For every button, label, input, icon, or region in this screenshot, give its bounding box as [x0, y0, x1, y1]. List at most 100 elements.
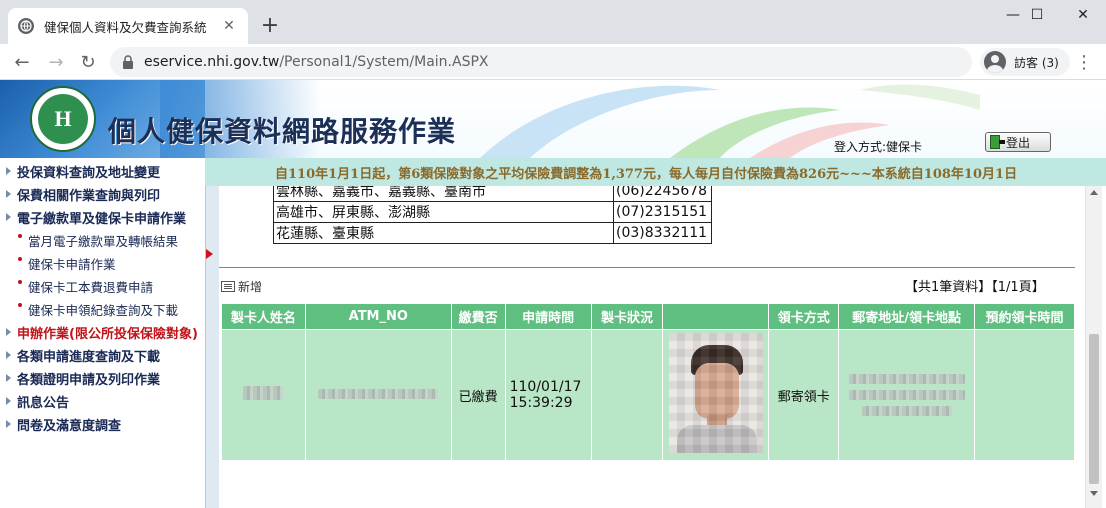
nav-sub-monthly-bill[interactable]: 當月電子繳款單及轉帳結果: [18, 230, 202, 250]
redacted-atm: [318, 388, 439, 399]
table-header-row: 製卡人姓名 ATM_NO 繳費否 申請時間 製卡狀況 領卡方式 郵寄地址/領卡地…: [221, 303, 1075, 330]
address-cell: [838, 329, 976, 461]
nav-sub-card-apply[interactable]: 健保卡申請作業: [18, 253, 202, 273]
table-row: 高雄市、屏東縣、澎湖縣 (07)2315151: [273, 201, 712, 223]
triangle-icon: [6, 167, 11, 175]
exit-door-icon: [990, 135, 1005, 149]
bullet-icon: [18, 303, 22, 307]
cardholder-photo: [668, 333, 763, 453]
phone-cell: (07)2315151: [613, 201, 712, 223]
add-label: 新增: [238, 280, 263, 294]
record-summary: 【共1筆資料】【1/1頁】: [905, 280, 1045, 295]
col-header-address: 郵寄地址/領卡地點: [838, 303, 976, 330]
atm-no-cell: [304, 329, 452, 461]
globe-icon: [18, 18, 34, 34]
maximize-icon[interactable]: ☐: [1014, 0, 1060, 30]
bullet-icon: [18, 280, 22, 284]
tab-title: 健保個人資料及欠費查詢系統: [44, 19, 207, 35]
col-header-photo: [662, 303, 770, 330]
triangle-icon: [6, 397, 11, 405]
scroll-down-icon[interactable]: [1090, 491, 1098, 496]
login-method: 登入方式:健保卡: [834, 140, 923, 154]
marquee-text: 自110年1月1日起，第6類保險對象之平均保險費調整為1,377元，每人每月自付…: [275, 167, 1018, 182]
card-records-table: 製卡人姓名 ATM_NO 繳費否 申請時間 製卡狀況 領卡方式 郵寄地址/領卡地…: [221, 303, 1075, 461]
nav-sub-card-refund[interactable]: 健保卡工本費退費申請: [18, 276, 202, 296]
collapse-arrow-icon[interactable]: [206, 249, 213, 259]
nav-progress-query[interactable]: 各類申請進度查詢及下載: [6, 345, 202, 365]
area-cell: 花蓮縣、臺東縣: [273, 222, 614, 244]
left-nav: 投保資料查詢及地址變更 保費相關作業查詢與列印 電子繳款單及健保卡申請作業 當月…: [0, 158, 205, 508]
url-path: /Personal1/System/Main.ASPX: [279, 54, 489, 70]
col-header-name: 製卡人姓名: [221, 303, 306, 330]
announcement-marquee: 自110年1月1日起，第6類保險對象之平均保險費調整為1,377元，每人每月自付…: [205, 158, 1106, 186]
triangle-icon: [6, 374, 11, 382]
area-cell: 高雄市、屏東縣、澎湖縣: [273, 201, 614, 223]
triangle-icon: [6, 213, 11, 221]
triangle-icon: [6, 190, 11, 198]
triangle-icon: [6, 351, 11, 359]
lock-icon: [123, 55, 133, 69]
pickup-method-cell: 郵寄領卡: [768, 329, 840, 461]
main-content: 雲林縣、嘉義市、嘉義縣、臺南市 (06)2245678 高雄市、屏東縣、澎湖縣 …: [219, 186, 1085, 508]
site-title: 個人健保資料網路服務作業: [108, 115, 457, 148]
col-header-appointment: 預約領卡時間: [974, 303, 1075, 330]
triangle-icon: [6, 328, 11, 336]
apply-time: 15:39:29: [509, 395, 573, 411]
redacted-name: [243, 386, 284, 400]
logout-button[interactable]: 登出: [985, 132, 1051, 152]
address-bar[interactable]: eservice.nhi.gov.tw/Personal1/System/Mai…: [110, 47, 972, 77]
nav-sub-card-records[interactable]: 健保卡申領紀錄查詢及下載: [18, 299, 202, 319]
browser-tab[interactable]: 健保個人資料及欠費查詢系統 ✕: [8, 8, 248, 44]
profile-label: 訪客 (3): [1014, 55, 1059, 70]
nav-e-bill-card[interactable]: 電子繳款單及健保卡申請作業: [6, 207, 202, 227]
url-text: eservice.nhi.gov.tw/Personal1/System/Mai…: [144, 54, 489, 70]
apply-time-cell: 110/01/17 15:39:29: [504, 329, 592, 461]
phone-cell: (03)8332111: [613, 222, 712, 244]
new-tab-button[interactable]: +: [258, 14, 282, 38]
nav-certificate-print[interactable]: 各類證明申請及列印作業: [6, 368, 202, 388]
nav-announcements[interactable]: 訊息公告: [6, 391, 202, 411]
browser-toolbar: ← → ↻ eservice.nhi.gov.tw/Personal1/Syst…: [0, 44, 1106, 80]
nav-survey[interactable]: 問卷及滿意度調查: [6, 414, 202, 434]
forward-arrow-icon[interactable]: →: [42, 48, 70, 76]
col-header-apply-time: 申請時間: [504, 303, 592, 330]
triangle-icon: [6, 420, 11, 428]
add-button[interactable]: 新增: [221, 278, 262, 295]
profile-button[interactable]: 訪客 (3): [980, 48, 1070, 76]
window-close-icon[interactable]: ✕: [1060, 0, 1106, 30]
logout-label: 登出: [1006, 135, 1031, 150]
more-menu-icon[interactable]: ⋮: [1072, 48, 1096, 76]
back-arrow-icon[interactable]: ←: [8, 48, 36, 76]
appointment-cell: [974, 329, 1075, 461]
col-header-atm: ATM_NO: [304, 303, 452, 330]
bullet-icon: [18, 257, 22, 261]
col-header-paid: 繳費否: [450, 303, 506, 330]
close-icon[interactable]: ✕: [220, 17, 238, 35]
scroll-thumb[interactable]: [1089, 334, 1099, 484]
nav-office-application[interactable]: 申辦作業(限公所投保保險對象): [6, 322, 202, 342]
apply-date: 110/01/17: [509, 379, 582, 395]
card-status-cell: [590, 329, 664, 461]
cardholder-name-cell: [221, 329, 306, 461]
nhi-logo: H: [30, 86, 96, 152]
reload-icon[interactable]: ↻: [74, 48, 102, 76]
frame-splitter[interactable]: [205, 186, 219, 508]
nav-insurance-query[interactable]: 投保資料查詢及地址變更: [6, 161, 202, 181]
paid-cell: 已繳費: [450, 329, 506, 461]
table-row: 已繳費 110/01/17 15:39:29 郵寄領卡: [221, 329, 1075, 461]
scroll-up-icon[interactable]: [1090, 190, 1098, 195]
content-scrollbar[interactable]: [1085, 186, 1102, 508]
bullet-icon: [18, 234, 22, 238]
area-cell: 雲林縣、嘉義市、嘉義縣、臺南市: [273, 186, 614, 202]
phone-cell: (06)2245678: [613, 186, 712, 202]
site-banner: H 個人健保資料網路服務作業 登入方式:健保卡 登出: [0, 80, 1106, 158]
browser-tab-bar: 健保個人資料及欠費查詢系統 ✕ + — ☐ ✕: [0, 0, 1106, 44]
col-header-card-status: 製卡狀況: [590, 303, 664, 330]
table-row: 雲林縣、嘉義市、嘉義縣、臺南市 (06)2245678: [273, 186, 712, 202]
table-row: 花蓮縣、臺東縣 (03)8332111: [273, 222, 712, 244]
photo-cell: [662, 329, 770, 461]
nav-premium-query[interactable]: 保費相關作業查詢與列印: [6, 184, 202, 204]
col-header-pickup-method: 領卡方式: [768, 303, 840, 330]
contact-phone-table: 雲林縣、嘉義市、嘉義縣、臺南市 (06)2245678 高雄市、屏東縣、澎湖縣 …: [273, 186, 712, 244]
list-icon: [221, 281, 235, 292]
